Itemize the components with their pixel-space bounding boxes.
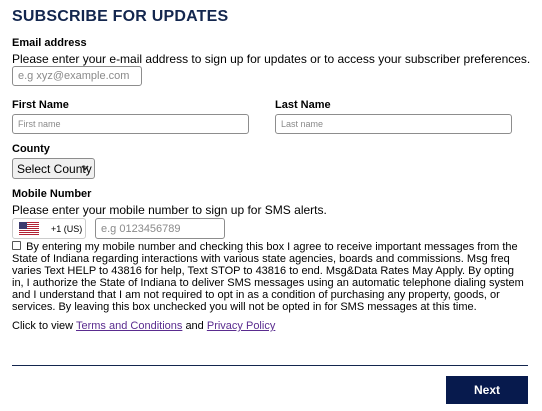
chevron-down-icon: [81, 165, 89, 171]
county-label: County: [12, 143, 50, 155]
page-title: SUBSCRIBE FOR UPDATES: [12, 8, 229, 25]
sms-consent: By entering my mobile number and checkin…: [12, 241, 528, 313]
first-name-input[interactable]: [12, 114, 249, 134]
last-name-label: Last Name: [275, 99, 331, 111]
email-description: Please enter your e-mail address to sign…: [12, 52, 531, 66]
privacy-link[interactable]: Privacy Policy: [207, 320, 275, 332]
terms-link[interactable]: Terms and Conditions: [76, 320, 182, 332]
first-name-label: First Name: [12, 99, 69, 111]
links-and: and: [185, 320, 204, 332]
sms-consent-checkbox[interactable]: [12, 241, 21, 250]
country-code-selector[interactable]: +1 (US): [12, 218, 86, 239]
divider: [12, 365, 528, 366]
next-button[interactable]: Next: [446, 376, 528, 404]
country-code-label: +1 (US): [51, 223, 83, 234]
mobile-label: Mobile Number: [12, 188, 92, 200]
email-label: Email address: [12, 37, 87, 49]
legal-links: Click to view Terms and Conditions and P…: [12, 320, 275, 332]
sms-consent-text: By entering my mobile number and checkin…: [12, 241, 524, 313]
us-flag-icon: [19, 222, 39, 235]
mobile-description: Please enter your mobile number to sign …: [12, 203, 327, 217]
county-select[interactable]: Select County: [12, 158, 95, 179]
mobile-number-input[interactable]: [95, 218, 225, 239]
email-input[interactable]: [12, 66, 142, 86]
links-prefix: Click to view: [12, 320, 74, 332]
last-name-input[interactable]: [275, 114, 512, 134]
